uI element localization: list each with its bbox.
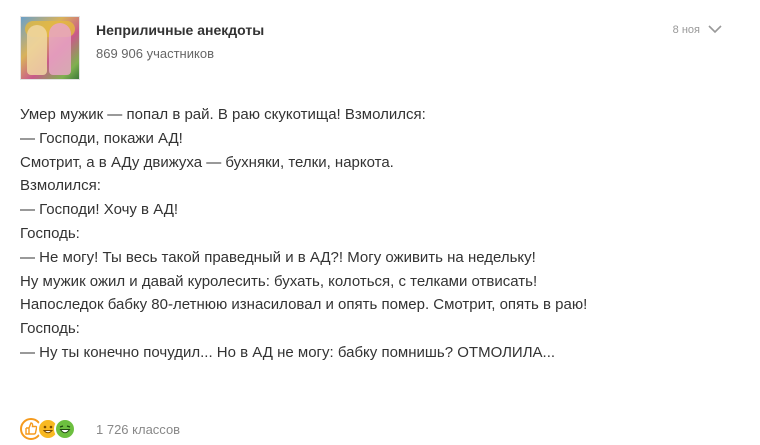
post-text-line: Смотрит, а в АДу движуха — бухняки, телк…: [20, 153, 394, 171]
post-text-line: — Господи! Хочу в АД!: [20, 201, 179, 219]
post-header: Неприличные анекдоты 869 906 участников …: [20, 14, 740, 80]
post-text-line: — Господи, покажи АД!: [20, 129, 183, 147]
avatar-art: [27, 25, 47, 75]
post-text-line: — Ну ты конечно почудил... Но в АД не мо…: [20, 343, 556, 361]
classes-count[interactable]: 1 726 классов: [96, 422, 180, 437]
reactions-bar: 1 726 классов: [20, 416, 320, 442]
group-avatar[interactable]: [20, 16, 80, 80]
post-text-line: — Не могу! Ты весь такой праведный и в А…: [20, 248, 536, 266]
group-name[interactable]: Неприличные анекдоты: [96, 22, 264, 38]
post-text-line: Умер мужик — попал в рай. В раю скукотищ…: [20, 106, 426, 123]
post-text-line: Напоследок бабку 80-летнюю изнасиловал и…: [20, 296, 588, 314]
post-text-line: Взмолился:: [20, 177, 101, 195]
post-text: Умер мужик — попал в рай. В раю скукотищ…: [20, 103, 740, 365]
post-text-line: Ну мужик ожил и давай куролесить: бухать…: [20, 272, 538, 290]
members-count: 869 906 участников: [96, 46, 214, 61]
avatar-art: [49, 23, 71, 75]
post-text-line: Господь:: [20, 224, 80, 242]
chevron-down-icon[interactable]: [706, 20, 724, 38]
lol-reaction-icon[interactable]: [54, 418, 76, 440]
post-date: 8 ноя: [672, 24, 700, 36]
post-text-line: Господь:: [20, 320, 80, 338]
